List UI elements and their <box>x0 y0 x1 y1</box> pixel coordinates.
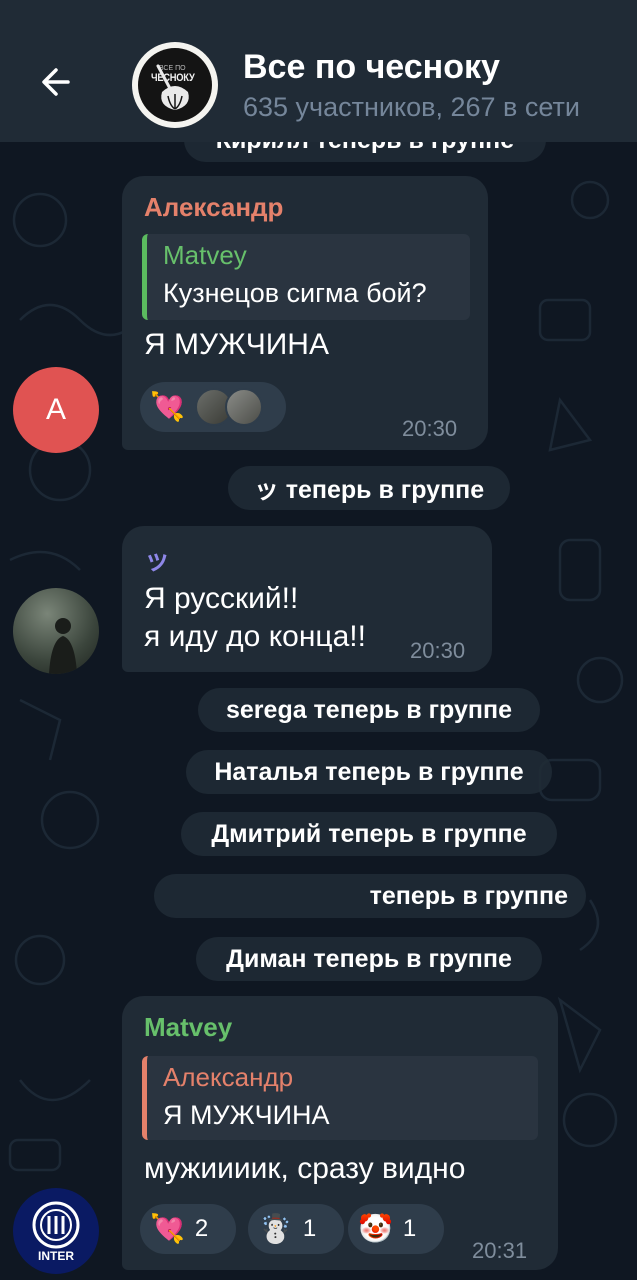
service-text: ッ теперь в группе <box>253 476 485 504</box>
reaction-count: 2 <box>194 1215 209 1242</box>
garlic-icon <box>156 64 189 110</box>
reaction-clown[interactable]: 🤡 1 <box>348 1204 444 1254</box>
service-message: ッ теперь в группе <box>228 466 510 510</box>
arrow-left-icon <box>42 68 70 96</box>
clown-icon: 🤡 <box>358 1213 393 1244</box>
reactor-avatar <box>224 388 263 426</box>
group-avatar[interactable]: ВСЕ ПО ЧЕСНОКУ <box>132 42 218 128</box>
reaction-snowman[interactable]: ☃️ 1 <box>248 1204 344 1254</box>
heart-arrow-icon: 💘 <box>150 1213 185 1244</box>
garlic-logo: ВСЕ ПО ЧЕСНОКУ <box>138 48 212 122</box>
reply-quote[interactable]: Александр Я МУЖЧИНА <box>142 1056 538 1140</box>
message-text: Я МУЖЧИНА <box>144 328 329 361</box>
avatar-aleksandr[interactable]: А <box>13 367 99 453</box>
service-message: Наталья теперь в группе <box>186 750 552 794</box>
sender-name[interactable]: Matvey <box>144 1012 232 1043</box>
message-text: мужиииик, сразу видно <box>144 1152 466 1185</box>
service-text: serega теперь в группе <box>226 695 512 724</box>
message-bubble[interactable]: ッ Я русский!! я иду до конца!! 20:30 <box>122 526 492 672</box>
service-text: теперь в группе <box>369 881 568 910</box>
avatar-caption: INTER <box>38 1249 74 1263</box>
person-silhouette <box>49 618 77 674</box>
service-message: теперь в группе <box>154 874 586 918</box>
message-bubble[interactable]: Александр Matvey Кузнецов сигма бой? Я М… <box>122 176 488 450</box>
service-message: Диман теперь в группе <box>196 937 542 981</box>
chat-header: ВСЕ ПО ЧЕСНОКУ Все по чесноку 635 участн… <box>0 0 637 142</box>
service-text: Диман теперь в группе <box>226 944 512 973</box>
inter-logo-icon <box>32 1201 80 1249</box>
back-button[interactable] <box>30 56 82 108</box>
message-text-line: Я русский!! <box>144 582 299 615</box>
service-text: Наталья теперь в группе <box>214 757 524 786</box>
reply-text: Я МУЖЧИНА <box>163 1100 330 1130</box>
message-time: 20:30 <box>410 638 466 663</box>
reply-author: Matvey <box>163 240 247 270</box>
avatar-inter[interactable]: INTER <box>13 1188 99 1274</box>
reply-text: Кузнецов сигма бой? <box>163 278 427 308</box>
reply-quote[interactable]: Matvey Кузнецов сигма бой? <box>142 234 470 320</box>
service-text: Дмитрий теперь в группе <box>211 819 527 848</box>
avatar-photo[interactable] <box>13 588 99 674</box>
reaction-heart-arrow[interactable]: 💘 2 <box>140 1204 236 1254</box>
service-message: Дмитрий теперь в группе <box>181 812 557 856</box>
reaction-count: 1 <box>402 1215 417 1242</box>
heart-arrow-icon: 💘 <box>150 391 185 422</box>
reactor-avatars <box>194 388 263 426</box>
avatar-letter: А <box>45 393 66 426</box>
chat-title[interactable]: Все по чесноку <box>243 48 500 87</box>
message-time: 20:30 <box>402 416 458 441</box>
reply-author: Александр <box>163 1062 294 1092</box>
chat-subtitle: 635 участников, 267 в сети <box>243 92 580 122</box>
reaction-count: 1 <box>302 1215 317 1242</box>
message-time: 20:31 <box>472 1238 528 1263</box>
message-text-line: я иду до конца!! <box>144 620 366 653</box>
reaction-heart-arrow[interactable]: 💘 <box>140 382 286 432</box>
snowman-icon: ☃️ <box>258 1213 293 1244</box>
sender-name[interactable]: ッ <box>144 540 170 577</box>
message-bubble[interactable]: Matvey Александр Я МУЖЧИНА мужиииик, сра… <box>122 996 558 1270</box>
sender-name[interactable]: Александр <box>144 192 283 223</box>
service-message: serega теперь в группе <box>198 688 540 732</box>
